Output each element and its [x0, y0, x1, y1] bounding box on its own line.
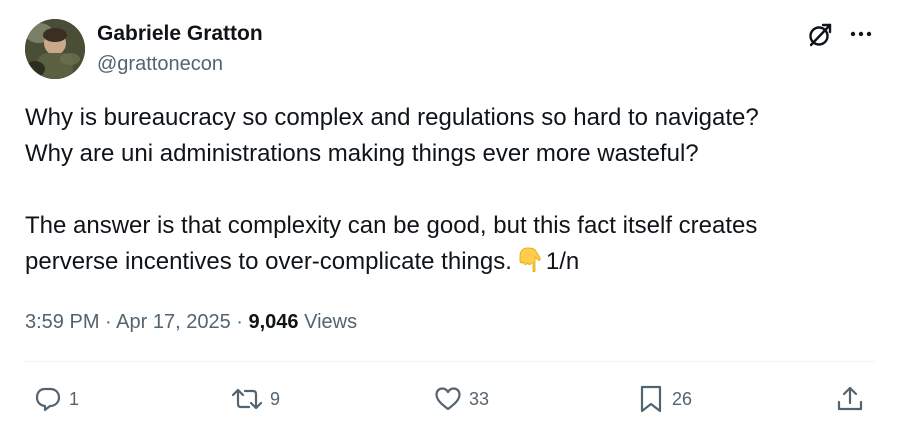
- tweet-line: perverse incentives to over-complicate t…: [25, 248, 512, 275]
- like-count: 33: [469, 388, 490, 409]
- views-count: 9,046: [248, 311, 299, 333]
- tweet-line: Why are uni administrations making thing…: [25, 140, 699, 167]
- thread-marker: 1/n: [545, 248, 580, 275]
- divider: [25, 361, 875, 362]
- more-options-icon[interactable]: [847, 20, 875, 48]
- tweet-meta: 3:59 PM · Apr 17, 2025 · 9,046 Views: [25, 308, 357, 336]
- grok-icon[interactable]: [806, 21, 834, 49]
- author-handle[interactable]: @grattonecon: [97, 51, 223, 77]
- avatar-photo: [25, 19, 85, 79]
- bookmark-button[interactable]: 26: [636, 380, 692, 418]
- tweet-last-line: perverse incentives to over-complicate t…: [25, 244, 875, 284]
- tweet-card: Gabriele Gratton @grattonecon Why is bur…: [0, 0, 898, 433]
- like-button[interactable]: 33: [433, 380, 489, 418]
- tweet-text: Why is bureaucracy so complex and regula…: [25, 100, 875, 284]
- share-button[interactable]: [835, 380, 865, 418]
- tweet-time[interactable]: 3:59 PM: [25, 311, 99, 333]
- retweet-icon: [231, 388, 263, 410]
- retweet-button[interactable]: 9: [230, 380, 280, 418]
- avatar[interactable]: [25, 19, 85, 79]
- reply-count: 1: [69, 388, 80, 409]
- bookmark-count: 26: [672, 388, 693, 409]
- pointing-down-emoji: [518, 245, 544, 284]
- reply-button[interactable]: 1: [33, 380, 79, 418]
- meta-separator: ·: [236, 311, 243, 333]
- views-label: Views: [304, 311, 358, 333]
- share-icon: [837, 386, 863, 411]
- author-name[interactable]: Gabriele Gratton: [97, 21, 263, 47]
- heart-icon: [435, 387, 461, 411]
- tweet-line: Why is bureaucracy so complex and regula…: [25, 104, 759, 131]
- meta-separator: ·: [105, 311, 112, 333]
- reply-icon: [35, 387, 61, 412]
- bookmark-icon: [640, 385, 662, 413]
- tweet-line: The answer is that complexity can be goo…: [25, 212, 758, 239]
- action-bar: 1 9 33 26: [0, 380, 898, 418]
- retweet-count: 9: [270, 388, 281, 409]
- tweet-date[interactable]: Apr 17, 2025: [116, 311, 231, 333]
